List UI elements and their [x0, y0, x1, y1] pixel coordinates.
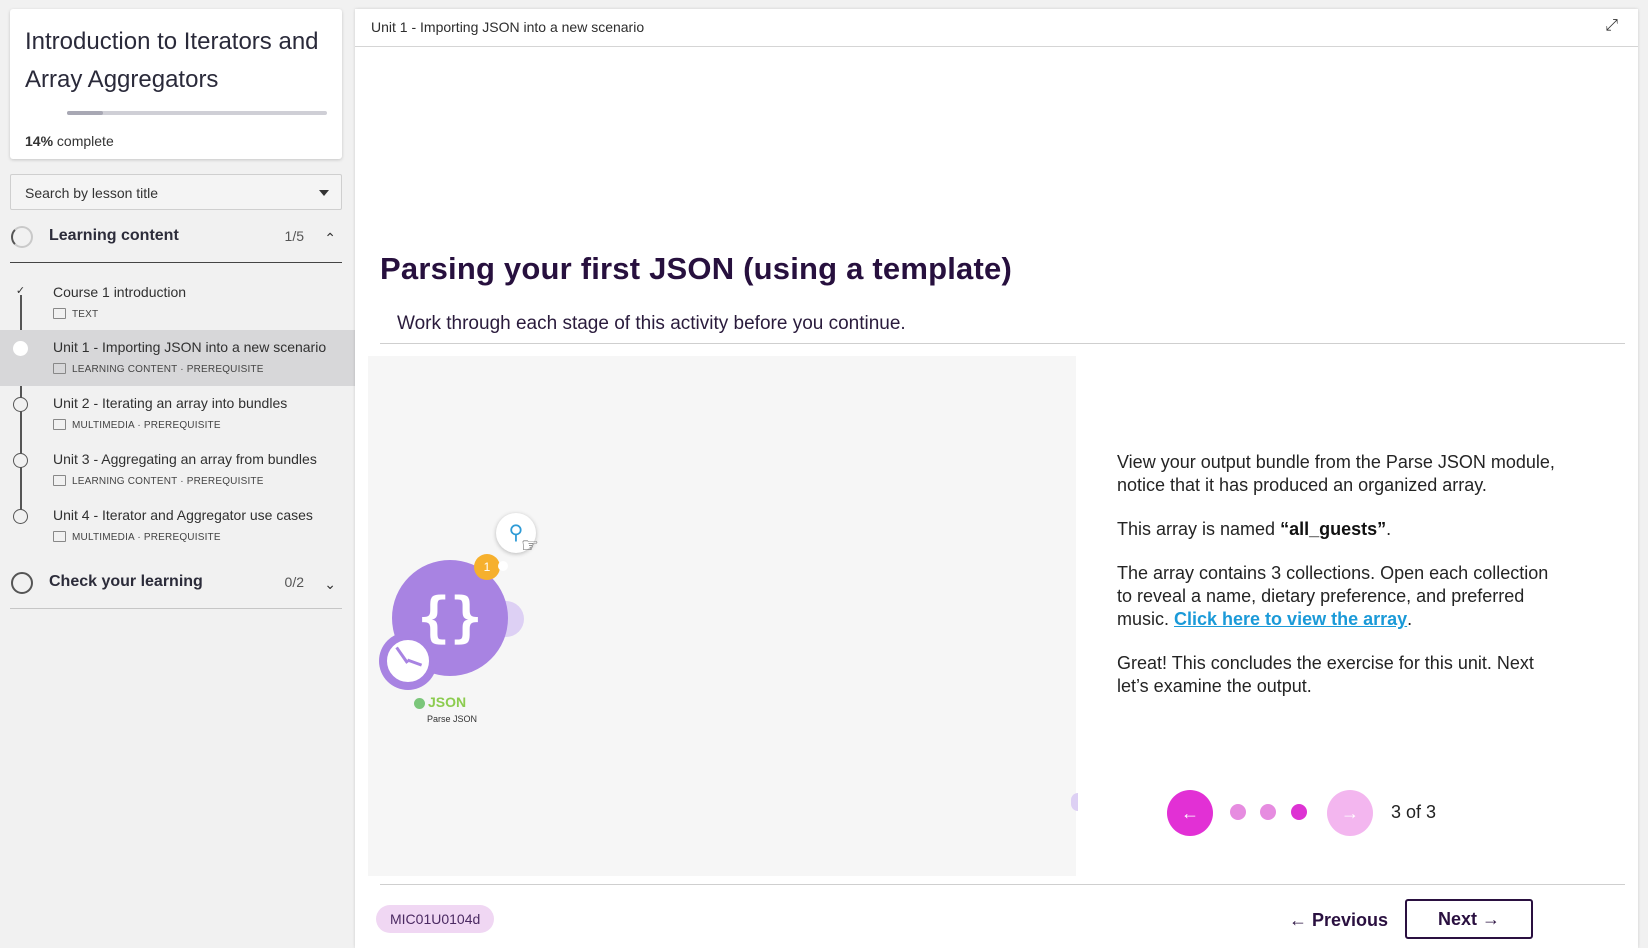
lesson-item-unit-2[interactable]: Unit 2 - Iterating an array into bundles… [0, 386, 355, 442]
lesson-meta: MULTIMEDIA · PREREQUISITE [53, 531, 221, 543]
explanation-paragraph: This array is named “all_guests”. [1117, 518, 1567, 541]
lesson-node-icon [13, 341, 28, 356]
media-icon [53, 531, 66, 542]
course-card: Introduction to Iterators and Array Aggr… [10, 9, 342, 159]
carousel-next-button[interactable]: → [1327, 790, 1373, 836]
checkmark-icon: ✓ [15, 285, 26, 297]
media-icon [53, 363, 66, 374]
lesson-node-icon [13, 397, 28, 412]
operations-badge[interactable]: 1 [474, 554, 500, 580]
module-action: Parse JSON [427, 714, 478, 724]
page-title: Parsing your first JSON (using a templat… [380, 251, 1012, 286]
explanation-paragraph: Great! This concludes the exercise for t… [1117, 653, 1534, 696]
course-progress-bar [67, 111, 327, 115]
lesson-title: Unit 4 - Iterator and Aggregator use cas… [53, 507, 313, 523]
progress-ring-icon [11, 226, 33, 248]
activity-explanation: View your output bundle from the Parse J… [1117, 451, 1567, 719]
lesson-meta-text: LEARNING CONTENT · PREREQUISITE [72, 364, 264, 375]
explanation-text: . [1407, 609, 1413, 629]
section-divider [10, 608, 342, 609]
explanation-paragraph: The array contains 3 collections. Open e… [1117, 562, 1567, 631]
lesson-topbar: Unit 1 - Importing JSON into a new scena… [355, 9, 1638, 47]
carousel-dot[interactable] [1230, 804, 1246, 820]
lesson-meta-text: MULTIMEDIA · PREREQUISITE [72, 420, 221, 431]
section-count: 0/2 [284, 574, 304, 590]
course-progress-fill [67, 111, 104, 115]
dropdown-caret-icon [319, 190, 329, 196]
section-check-your-learning[interactable]: Check your learning 0/2 ⌄ [10, 563, 342, 603]
lesson-meta: TEXT [53, 308, 98, 320]
progress-label: 14% complete [25, 133, 114, 149]
carousel-dot[interactable] [1260, 804, 1276, 820]
section-label: Learning content [49, 227, 179, 244]
lesson-item-unit-1[interactable]: Unit 1 - Importing JSON into a new scena… [0, 330, 355, 386]
next-button[interactable]: Next → [1405, 899, 1533, 939]
lesson-meta: LEARNING CONTENT · PREREQUISITE [53, 475, 264, 487]
carousel-dot-active[interactable] [1291, 804, 1307, 820]
progress-suffix: complete [56, 133, 114, 149]
media-icon [53, 475, 66, 486]
canvas-edge-handle [1071, 793, 1078, 811]
lesson-search-select[interactable]: Search by lesson title [10, 174, 342, 210]
course-title: Introduction to Iterators and Array Aggr… [25, 28, 319, 93]
lesson-item-unit-4[interactable]: Unit 4 - Iterator and Aggregator use cas… [0, 498, 355, 554]
lesson-title: Course 1 introduction [53, 284, 187, 300]
progress-percent: 14% [25, 133, 54, 149]
lesson-meta-text: LEARNING CONTENT · PREREQUISITE [72, 476, 264, 487]
chevron-up-icon[interactable]: ⌃ [324, 230, 336, 247]
lesson-title: Unit 1 - Importing JSON into a new scena… [53, 339, 327, 355]
badge-connector-dot [498, 561, 508, 571]
media-icon [53, 419, 66, 430]
lesson-meta-text: MULTIMEDIA · PREREQUISITE [72, 532, 221, 543]
explanation-paragraph: View your output bundle from the Parse J… [1117, 452, 1555, 495]
explanation-text: This array is named [1117, 519, 1281, 539]
section-divider [10, 262, 342, 263]
lesson-meta-text: TEXT [72, 309, 99, 320]
scenario-canvas[interactable]: {} 1 ⚲ ☞ JSON Parse JSON [368, 356, 1078, 876]
lesson-meta: LEARNING CONTENT · PREREQUISITE [53, 363, 264, 375]
footer-divider [380, 884, 1625, 885]
carousel-counter: 3 of 3 [1391, 802, 1437, 822]
lesson-search-placeholder: Search by lesson title [25, 185, 159, 201]
array-name: “all_guests” [1280, 519, 1387, 539]
hand-cursor-icon: ☞ [521, 535, 539, 557]
carousel-prev-button[interactable]: ← [1167, 790, 1213, 836]
lesson-item-course-intro[interactable]: ✓ Course 1 introduction TEXT [0, 275, 355, 331]
text-doc-icon [53, 308, 66, 319]
section-count: 1/5 [284, 228, 304, 244]
view-array-link[interactable]: Click here to view the array [1174, 609, 1407, 629]
lesson-item-unit-3[interactable]: Unit 3 - Aggregating an array from bundl… [0, 442, 355, 498]
section-label: Check your learning [49, 573, 203, 590]
breadcrumb: Unit 1 - Importing JSON into a new scena… [371, 19, 645, 35]
lesson-meta: MULTIMEDIA · PREREQUISITE [53, 419, 221, 431]
page-subtitle: Work through each stage of this activity… [397, 313, 906, 334]
course-sidebar: Introduction to Iterators and Array Aggr… [0, 0, 355, 948]
lesson-title: Unit 3 - Aggregating an array from bundl… [53, 451, 317, 467]
lesson-title: Unit 2 - Iterating an array into bundles [53, 395, 288, 411]
previous-button[interactable]: ← Previous [1275, 901, 1402, 939]
lesson-panel: Unit 1 - Importing JSON into a new scena… [355, 9, 1638, 948]
heading-divider [380, 343, 1625, 344]
lesson-node-icon [13, 453, 28, 468]
explanation-text: . [1386, 519, 1392, 539]
progress-ring-icon [11, 572, 33, 594]
chevron-down-icon[interactable]: ⌄ [324, 576, 336, 593]
lesson-node-icon [13, 509, 28, 524]
module-name: JSON [428, 694, 467, 710]
section-learning-content[interactable]: Learning content 1/5 ⌃ [10, 217, 342, 257]
expand-icon[interactable]: ⤢ [1605, 17, 1618, 35]
lesson-code-badge: MIC01U0104d [376, 905, 495, 933]
schedule-clock-icon[interactable] [379, 632, 437, 690]
module-status-icon [414, 698, 425, 709]
